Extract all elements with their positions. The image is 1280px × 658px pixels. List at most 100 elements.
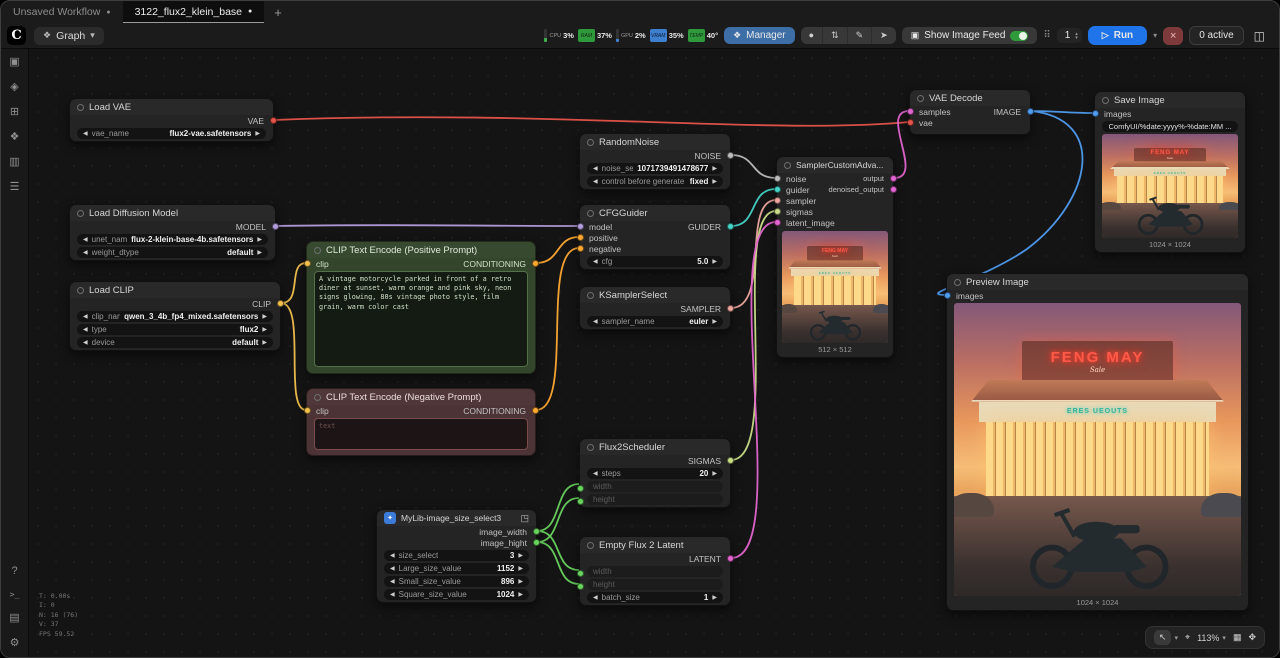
batch-count-input[interactable]: 1 ▴ ▾ xyxy=(1057,28,1082,43)
pointer-tool-caret-icon[interactable]: ▾ xyxy=(1174,634,1178,642)
port-noise-input[interactable] xyxy=(774,175,781,182)
arrow-left-icon[interactable]: ◀ xyxy=(593,471,598,477)
grip-icon[interactable]: ⠿ xyxy=(1043,30,1050,41)
collapse-dot-icon[interactable] xyxy=(587,542,594,549)
collapse-dot-icon[interactable] xyxy=(77,287,84,294)
node-load-clip[interactable]: Load CLIP CLIP ◀ clip_name qwen_3_4b_fp4… xyxy=(69,281,281,351)
node-empty-flux2-latent[interactable]: Empty Flux 2 Latent LATENT width height … xyxy=(579,536,731,606)
arrow-right-icon[interactable]: ▶ xyxy=(257,237,262,243)
port-model-output[interactable] xyxy=(272,223,279,230)
comfyui-logo[interactable]: C xyxy=(7,26,26,45)
assets-icon[interactable]: ◈ xyxy=(10,82,18,93)
node-header[interactable]: RandomNoise xyxy=(580,134,730,150)
node-save-image[interactable]: Save Image images ComfyUI/%date:yyyy%-%d… xyxy=(1094,91,1246,253)
arrow-left-icon[interactable]: ◀ xyxy=(83,314,88,320)
port-images-input[interactable] xyxy=(1092,110,1099,117)
model-library-icon[interactable]: ❖ xyxy=(10,132,20,143)
panel-toggle-icon[interactable]: ◫ xyxy=(1250,29,1269,43)
node-cfg-guider[interactable]: CFGGuider model GUIDER positive negative… xyxy=(579,204,731,270)
node-load-vae[interactable]: Load VAE VAE ◀ vae_name flux2-vae.safete… xyxy=(69,98,274,142)
collapse-dot-icon[interactable] xyxy=(917,95,924,102)
saved-image-preview[interactable]: FENG MAYSale ERES UEOUTS xyxy=(1102,134,1238,238)
arrow-right-icon[interactable]: ▶ xyxy=(518,566,523,572)
widget-size-select[interactable]: ◀ size_select 3 ▶ xyxy=(384,550,529,561)
node-library-icon[interactable]: ⊞ xyxy=(10,107,19,118)
node-header[interactable]: Load CLIP xyxy=(70,282,280,298)
arrow-left-icon[interactable]: ◀ xyxy=(593,166,598,172)
arrow-right-icon[interactable]: ▶ xyxy=(262,327,267,333)
port-width-input[interactable] xyxy=(577,485,584,492)
zoom-level-dropdown[interactable]: 113% ▾ xyxy=(1197,633,1226,643)
node-header[interactable]: Flux2Scheduler xyxy=(580,439,730,455)
widget-square-size-value[interactable]: ◀ Square_size_value 1024 ▶ xyxy=(384,589,529,600)
port-clip-input[interactable] xyxy=(304,260,311,267)
port-latent-image-input[interactable] xyxy=(774,219,781,226)
port-clip-output[interactable] xyxy=(277,300,284,307)
positive-prompt-textarea[interactable]: A vintage motorcycle parked in front of … xyxy=(314,271,528,367)
port-sampler-output[interactable] xyxy=(727,305,734,312)
node-vae-decode[interactable]: VAE Decode samples IMAGE vae xyxy=(909,89,1031,135)
port-image-output[interactable] xyxy=(1027,108,1034,115)
graph-canvas[interactable]: Load VAE VAE ◀ vae_name flux2-vae.safete… xyxy=(29,49,1279,657)
port-clip-input[interactable] xyxy=(304,407,311,414)
port-height-input[interactable] xyxy=(577,498,584,505)
port-denoised-output[interactable] xyxy=(890,186,897,193)
port-guider-output[interactable] xyxy=(727,223,734,230)
node-header[interactable]: Preview Image xyxy=(947,274,1248,290)
node-clip-text-encode-positive[interactable]: CLIP Text Encode (Positive Prompt) clip … xyxy=(306,241,536,374)
fullscreen-icon[interactable]: ✥ xyxy=(1248,632,1256,643)
node-header[interactable]: Load Diffusion Model xyxy=(70,205,275,221)
node-header[interactable]: Empty Flux 2 Latent xyxy=(580,537,730,553)
show-image-feed-button[interactable]: ▣ Show Image Feed xyxy=(902,27,1038,44)
port-positive-input[interactable] xyxy=(577,234,584,241)
pointer-tool-icon[interactable]: ↖ xyxy=(1154,630,1172,645)
node-mylib-image-size-select[interactable]: ✦ MyLib-image_size_select3 ◳ image_width… xyxy=(376,509,537,603)
preview-generated-image[interactable]: FENG MAYSale ERES UEOUTS xyxy=(954,303,1241,596)
collapse-dot-icon[interactable] xyxy=(587,139,594,146)
terminal-icon[interactable]: >_ xyxy=(10,591,20,599)
arrow-left-icon[interactable]: ◀ xyxy=(83,250,88,256)
arrow-right-icon[interactable]: ▶ xyxy=(712,595,717,601)
node-open-icon[interactable]: ◳ xyxy=(520,513,529,524)
widget-noise-seed[interactable]: ◀ noise_seed 1071739491478677 ▶ xyxy=(587,163,723,174)
arrow-right-icon[interactable]: ▶ xyxy=(518,553,523,559)
port-vae-input[interactable] xyxy=(907,119,914,126)
logs-icon[interactable]: ▤ xyxy=(9,613,19,624)
widget-batch-size[interactable]: ◀ batch_size 1 ▶ xyxy=(587,592,723,603)
node-random-noise[interactable]: RandomNoise NOISE ◀ noise_seed 107173949… xyxy=(579,133,731,190)
collapse-dot-icon[interactable] xyxy=(784,162,791,169)
arrow-right-icon[interactable]: ▶ xyxy=(257,250,262,256)
graph-dropdown[interactable]: ❖ Graph ▾ xyxy=(34,27,104,45)
node-clip-text-encode-negative[interactable]: CLIP Text Encode (Negative Prompt) clip … xyxy=(306,388,536,456)
share-icon[interactable]: ➤ xyxy=(872,27,896,44)
arrow-left-icon[interactable]: ◀ xyxy=(83,131,88,137)
widget-small-size-value[interactable]: ◀ Small_size_value 896 ▶ xyxy=(384,576,529,587)
widget-large-size-value[interactable]: ◀ Large_size_value 1152 ▶ xyxy=(384,563,529,574)
arrow-right-icon[interactable]: ▶ xyxy=(518,579,523,585)
widget-unet-name[interactable]: ◀ unet_name flux-2-klein-base-4b.safeten… xyxy=(77,234,268,245)
tab-unsaved-workflow[interactable]: Unsaved Workflow ● xyxy=(1,1,123,23)
manager-button[interactable]: ❖ Manager xyxy=(724,27,795,44)
collapse-dot-icon[interactable] xyxy=(587,444,594,451)
arrow-left-icon[interactable]: ◀ xyxy=(390,579,395,585)
collapse-dot-icon[interactable] xyxy=(1102,97,1109,104)
port-images-input[interactable] xyxy=(944,292,951,299)
arrow-left-icon[interactable]: ◀ xyxy=(593,319,598,325)
node-preview-image[interactable]: Preview Image images FENG MAYSale ERES U… xyxy=(946,273,1249,611)
workflows-icon[interactable]: ▥ xyxy=(9,157,19,168)
minimap-toggle-icon[interactable]: ▦ xyxy=(1233,632,1242,643)
port-negative-input[interactable] xyxy=(577,245,584,252)
port-guider-input[interactable] xyxy=(774,186,781,193)
arrow-left-icon[interactable]: ◀ xyxy=(593,259,598,265)
widget-type[interactable]: ◀ type flux2 ▶ xyxy=(77,324,273,335)
arrow-left-icon[interactable]: ◀ xyxy=(390,553,395,559)
collapse-dot-icon[interactable] xyxy=(314,247,321,254)
sampler-preview-image[interactable]: FENG MAYSale ERES UEOUTS xyxy=(782,231,888,343)
widget-sampler-name[interactable]: ◀ sampler_name euler ▶ xyxy=(587,316,723,327)
image-feed-toggle[interactable] xyxy=(1010,31,1028,41)
new-tab-button[interactable]: + xyxy=(264,1,292,23)
active-jobs-badge[interactable]: 0 active xyxy=(1189,26,1243,45)
run-button[interactable]: ▷ Run xyxy=(1088,26,1147,45)
port-image-hight-output[interactable] xyxy=(533,539,540,546)
arrow-left-icon[interactable]: ◀ xyxy=(593,179,598,185)
